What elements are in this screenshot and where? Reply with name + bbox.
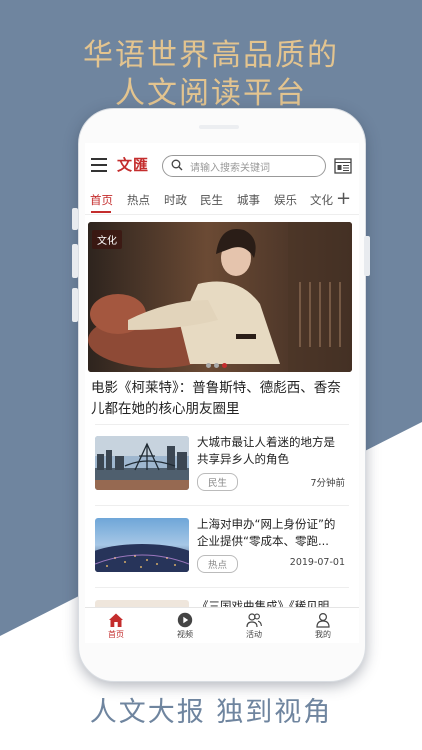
phone-side-button	[72, 208, 78, 230]
hero-carousel[interactable]: 文化	[88, 222, 352, 372]
tab-culture[interactable]: 文化	[310, 192, 333, 208]
news-tag[interactable]: 民生	[197, 473, 239, 491]
nav-events[interactable]: 活动	[234, 612, 274, 640]
category-tabs: 首页 热点 时政 民生 城事 娱乐 文化 +	[85, 189, 359, 215]
tab-politics[interactable]: 时政	[164, 192, 187, 208]
nav-profile[interactable]: 我的	[303, 612, 343, 640]
promo-headline-line2: 人文阅读平台	[115, 76, 307, 111]
nav-profile-label: 我的	[315, 630, 331, 639]
divider	[95, 587, 349, 588]
nav-video[interactable]: 视频	[165, 612, 205, 640]
bottom-navigation: 首页 视频 活动 我的	[85, 607, 359, 643]
carousel-dots	[206, 353, 230, 372]
news-time: 7分钟前	[310, 478, 345, 489]
app-logo: 文匯	[117, 156, 150, 174]
carousel-dot[interactable]	[214, 363, 219, 368]
people-icon	[246, 613, 262, 628]
search-input[interactable]: 请输入搜索关键词	[162, 155, 326, 177]
phone-side-button	[364, 236, 370, 276]
tab-city[interactable]: 城事	[237, 192, 260, 208]
play-icon	[177, 612, 193, 628]
top-bar: 文匯 请输入搜索关键词	[85, 151, 359, 181]
phone-side-button	[72, 244, 78, 278]
nav-home-label: 首页	[108, 630, 124, 639]
phone-side-button	[72, 288, 78, 322]
hero-article-title[interactable]: 电影《柯莱特》：普鲁斯特、德彪西、香奈儿都在她的核心朋友圈里	[91, 378, 353, 420]
search-placeholder: 请输入搜索关键词	[190, 163, 270, 174]
hero-photo	[88, 222, 352, 372]
hero-category-badge: 文化	[92, 230, 122, 249]
carousel-dot[interactable]	[206, 363, 211, 368]
app-screen: 文匯 请输入搜索关键词 首页 热点 时政 民生 城事 娱乐 文化 + 文化 电影…	[85, 143, 359, 643]
active-tab-indicator	[91, 211, 111, 213]
news-date: 2019-07-01	[289, 557, 345, 568]
nav-home[interactable]: 首页	[96, 612, 136, 640]
tab-home[interactable]: 首页	[90, 192, 113, 208]
divider	[95, 505, 349, 506]
tab-entertainment[interactable]: 娱乐	[274, 192, 297, 208]
nav-events-label: 活动	[246, 630, 262, 639]
home-icon	[109, 613, 123, 627]
news-item[interactable]: 上海对申办“网上身份证”的企业提供“零成本、零跑... 热点 2019-07-0…	[85, 517, 359, 604]
add-tab-icon[interactable]: +	[336, 190, 351, 208]
phone-speaker	[199, 125, 239, 129]
search-icon	[171, 159, 183, 171]
tab-hot[interactable]: 热点	[127, 192, 150, 208]
newspaper-icon[interactable]	[334, 157, 352, 175]
menu-icon[interactable]	[91, 157, 107, 173]
divider	[95, 424, 349, 425]
news-item[interactable]: 大城市最让人着迷的地方是共享异乡人的角色 民生 7分钟前	[85, 435, 359, 522]
news-thumbnail	[95, 518, 189, 572]
news-title: 上海对申办“网上身份证”的企业提供“零成本、零跑...	[197, 517, 336, 548]
nav-video-label: 视频	[177, 630, 193, 639]
promo-tagline: 人文大报 独到视角	[89, 697, 333, 728]
news-title: 大城市最让人着迷的地方是共享异乡人的角色	[197, 435, 335, 466]
carousel-dot-active[interactable]	[222, 363, 227, 368]
news-thumbnail	[95, 436, 189, 490]
tab-livelihood[interactable]: 民生	[200, 192, 223, 208]
news-tag[interactable]: 热点	[197, 555, 239, 573]
user-icon	[316, 612, 330, 628]
